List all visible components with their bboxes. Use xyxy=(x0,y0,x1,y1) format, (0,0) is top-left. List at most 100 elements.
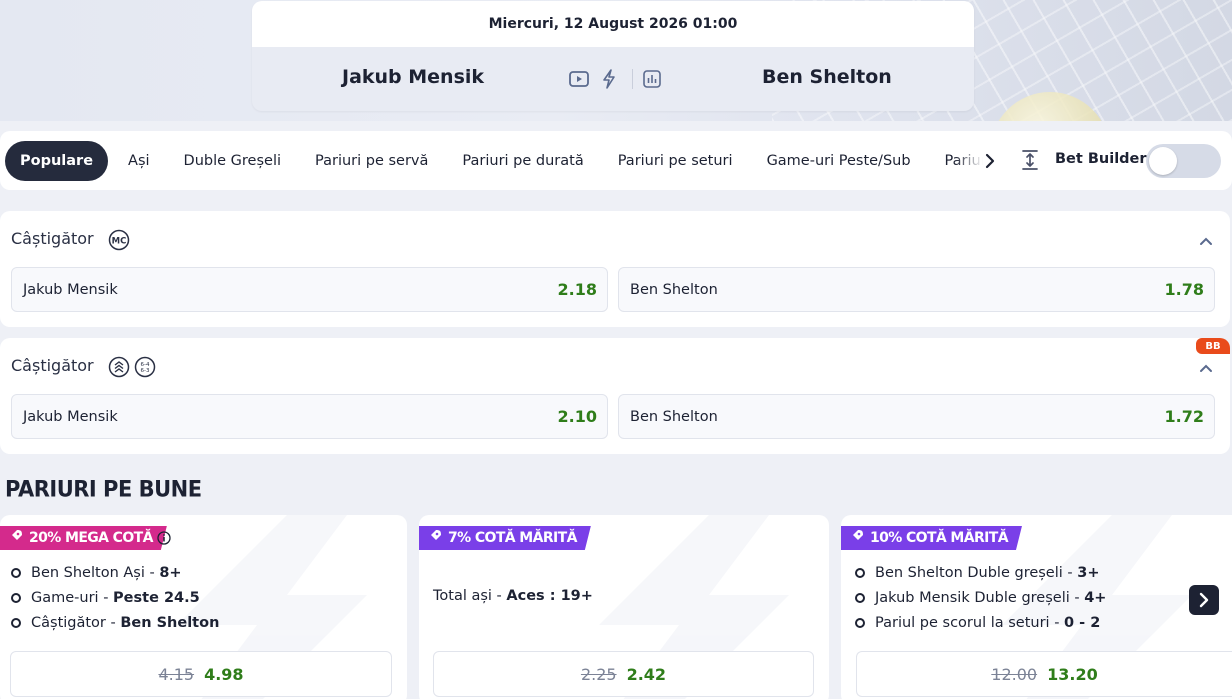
rocket-icon xyxy=(849,528,865,548)
bet-builder-toggle[interactable] xyxy=(1146,144,1221,178)
boosted-odd: 13.20 xyxy=(1047,664,1098,684)
old-odd: 2.25 xyxy=(580,664,617,684)
outcome-label: Ben Shelton xyxy=(630,281,718,298)
outcome-label: Ben Shelton xyxy=(630,408,718,425)
selection-bullet-icon xyxy=(11,567,21,578)
expand-collapse-icon[interactable] xyxy=(1019,148,1041,172)
selection-separator: - xyxy=(1069,589,1085,606)
outcome-odd: 1.78 xyxy=(1164,280,1204,299)
selection-bullet-icon xyxy=(855,617,865,628)
statistics-icon[interactable] xyxy=(641,68,663,90)
selection-separator: - xyxy=(105,614,121,631)
outcome-odd: 2.10 xyxy=(557,407,597,426)
selection-value: 8+ xyxy=(159,564,182,581)
svg-text:MC: MC xyxy=(112,237,127,247)
mc-icon: MC xyxy=(108,229,130,255)
boosted-odd: 4.98 xyxy=(204,664,244,684)
selection-list: Ben Shelton Duble greșeli - 3+ Jakub Men… xyxy=(855,560,1106,635)
tab-duble-greseli[interactable]: Duble Greșeli xyxy=(167,141,298,181)
selection-item: Game-uri - Peste 24.5 xyxy=(11,585,219,610)
tab-pariuri-pe-serva[interactable]: Pariuri pe servă xyxy=(298,141,445,181)
tab-pariuri-pe-durata[interactable]: Pariuri pe durată xyxy=(445,141,600,181)
collapse-chevron-icon[interactable] xyxy=(1198,360,1214,376)
toggle-knob xyxy=(1149,147,1177,175)
stacked-chevrons-icon xyxy=(108,356,130,382)
promo-badge-label: 7% COTĂ MĂRITĂ xyxy=(448,530,577,546)
rocket-icon xyxy=(427,528,443,548)
tab-pariuri-pe-seturi[interactable]: Pariuri pe seturi xyxy=(601,141,750,181)
promo-badge: 7% COTĂ MĂRITĂ xyxy=(419,526,591,550)
tab-populare[interactable]: Populare xyxy=(5,141,109,181)
selection-value: 4+ xyxy=(1084,589,1107,606)
outcome-button[interactable]: Ben Shelton 1.72 xyxy=(618,394,1215,439)
section-title: PARIURI PE BUNE xyxy=(5,476,202,502)
old-odd: 12.00 xyxy=(991,664,1038,684)
selection-list: Ben Shelton Ași - 8+ Game-uri - Peste 24… xyxy=(11,560,219,635)
selection-text: Ben Shelton Ași xyxy=(31,564,145,581)
promo-badge: 20% MEGA COTĂ xyxy=(0,526,167,550)
collapse-chevron-icon[interactable] xyxy=(1198,233,1214,249)
match-card: Miercuri, 12 August 2026 01:00 Jakub Men… xyxy=(252,1,974,111)
selection-value: Ben Shelton xyxy=(120,614,220,631)
promo-odd-button[interactable]: 4.15 4.98 xyxy=(10,651,392,697)
market-tabs: Populare Ași Duble Greșeli Pariuri pe se… xyxy=(5,141,995,181)
outcome-label: Jakub Mensik xyxy=(23,281,118,298)
promo-badge: 10% COTĂ MĂRITĂ xyxy=(841,526,1022,550)
selection-text: Game-uri xyxy=(31,589,99,606)
promo-odd-button[interactable]: 12.00 13.20 xyxy=(856,651,1232,697)
selection-item: Jakub Mensik Duble greșeli - 4+ xyxy=(855,585,1106,610)
outcome-odd: 2.18 xyxy=(557,280,597,299)
promo-card[interactable]: 10% COTĂ MĂRITĂ Ben Shelton Duble greșel… xyxy=(841,515,1232,699)
selection-value: Aces : 19+ xyxy=(506,587,593,604)
market-title: Câștigător xyxy=(11,356,94,375)
selection-separator: - xyxy=(491,587,507,604)
promo-card[interactable]: 7% COTĂ MĂRITĂ Total ași - Aces : 19+ 2.… xyxy=(419,515,829,699)
home-player-name: Jakub Mensik xyxy=(342,66,485,88)
selection-list: Total ași - Aces : 19+ xyxy=(433,583,593,608)
selection-separator: - xyxy=(144,564,160,581)
tabs-scroll-right-icon[interactable] xyxy=(980,149,1000,173)
tab-asi[interactable]: Ași xyxy=(111,141,167,181)
outcome-label: Jakub Mensik xyxy=(23,408,118,425)
old-odd: 4.15 xyxy=(158,664,195,684)
selection-item: Pariul pe scorul la seturi - 0 - 2 xyxy=(855,610,1106,635)
selection-text: Total ași xyxy=(433,587,492,604)
selection-item: Ben Shelton Ași - 8+ xyxy=(11,560,219,585)
rocket-icon xyxy=(8,528,24,548)
carousel-next-button[interactable] xyxy=(1189,585,1219,615)
outcome-odd: 1.72 xyxy=(1164,407,1204,426)
selection-value: 3+ xyxy=(1077,564,1100,581)
promo-badge-label: 10% COTĂ MĂRITĂ xyxy=(870,530,1008,546)
outcome-button[interactable]: Ben Shelton 1.78 xyxy=(618,267,1215,312)
selection-text: Câștigător xyxy=(31,614,106,631)
outcome-button[interactable]: Jakub Mensik 2.18 xyxy=(11,267,608,312)
live-stream-icon[interactable] xyxy=(568,68,590,90)
promo-card[interactable]: 20% MEGA COTĂ Ben Shelton Ași - 8+ Game-… xyxy=(0,515,407,699)
selection-value: 0 - 2 xyxy=(1064,614,1101,631)
tab-game-uri-peste-sub[interactable]: Game-uri Peste/Sub xyxy=(750,141,928,181)
lightning-icon[interactable] xyxy=(598,68,620,90)
selection-bullet-icon xyxy=(855,592,865,603)
match-date: Miercuri, 12 August 2026 01:00 xyxy=(252,1,974,47)
icon-divider xyxy=(632,69,633,89)
selection-bullet-icon xyxy=(855,567,865,578)
svg-text:6-3: 6-3 xyxy=(141,368,150,374)
selection-item: Câștigător - Ben Shelton xyxy=(11,610,219,635)
selection-item: Total ași - Aces : 19+ xyxy=(433,583,593,608)
market-castigator-bb: Câștigător 6-4 6-3 Jakub Mensik 2.10 Ben … xyxy=(0,338,1230,454)
market-tabs-bar: Populare Ași Duble Greșeli Pariuri pe se… xyxy=(0,131,1232,190)
selection-item: Ben Shelton Duble greșeli - 3+ xyxy=(855,560,1106,585)
bet-builder-label: Bet Builder xyxy=(1055,151,1147,167)
info-icon[interactable] xyxy=(157,530,171,545)
selection-text: Ben Shelton Duble greșeli xyxy=(875,564,1063,581)
set-score-icon: 6-4 6-3 xyxy=(134,356,156,382)
promo-badge-label: 20% MEGA COTĂ xyxy=(29,530,153,546)
match-header-banner: Miercuri, 12 August 2026 01:00 Jakub Men… xyxy=(0,0,1232,121)
promo-odd-button[interactable]: 2.25 2.42 xyxy=(433,651,814,697)
outcome-button[interactable]: Jakub Mensik 2.10 xyxy=(11,394,608,439)
boosted-odd: 2.42 xyxy=(626,664,667,684)
chevron-right-icon xyxy=(1199,592,1209,608)
selection-separator: - xyxy=(1049,614,1065,631)
away-player-name: Ben Shelton xyxy=(762,66,892,88)
market-castigator: Câștigător MC Jakub Mensik 2.18 Ben Shel… xyxy=(0,211,1230,327)
